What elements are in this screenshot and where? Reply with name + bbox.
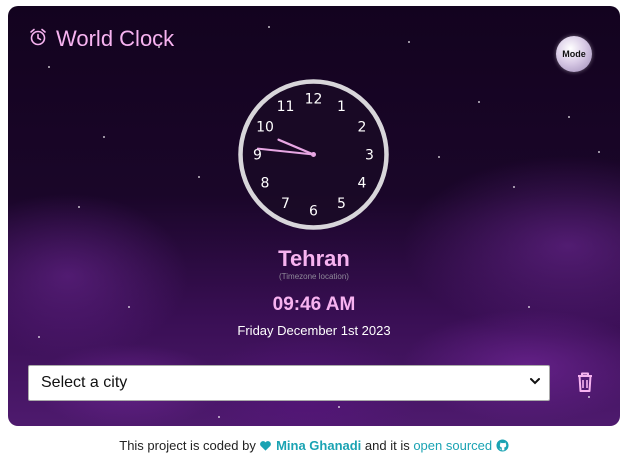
clock-center-pin <box>311 152 316 157</box>
timezone-label: (Timezone location) <box>279 272 349 281</box>
app-header: World Clock <box>28 26 174 52</box>
footer-prefix: This project is coded by <box>119 438 260 453</box>
city-name: Tehran <box>278 246 350 271</box>
world-clock-card: World Clock Mode 12 1 2 3 4 5 6 7 8 9 10 11 Tehran … <box>8 6 620 426</box>
clock-number: 1 <box>337 99 346 115</box>
heart-icon <box>259 438 276 453</box>
footer-credit: This project is coded by Mina Ghanadi an… <box>0 438 628 453</box>
footer-middle: and it is <box>361 438 414 453</box>
open-source-link[interactable]: open sourced <box>413 438 492 453</box>
digital-time: 09:46 AM <box>272 294 356 315</box>
clock-number: 11 <box>277 99 295 115</box>
mode-toggle-button[interactable]: Mode <box>556 36 592 72</box>
github-icon[interactable] <box>496 438 509 453</box>
city-select[interactable]: Select a city <box>28 365 550 401</box>
clock-number: 10 <box>256 120 274 136</box>
chevron-down-icon <box>529 374 541 392</box>
author-link[interactable]: Mina Ghanadi <box>276 438 361 453</box>
clock-number: 7 <box>281 196 290 212</box>
city-select-value: Select a city <box>41 374 128 391</box>
clock-number: 6 <box>309 204 318 220</box>
trash-icon[interactable] <box>574 369 596 395</box>
analog-clock: 12 1234567891011 <box>238 79 389 230</box>
clock-number: 5 <box>337 196 346 212</box>
clock-number: 8 <box>261 176 270 192</box>
date-text: Friday December 1st 2023 <box>237 323 391 338</box>
clock-number: 2 <box>358 120 367 136</box>
app-title: World Clock <box>56 26 175 51</box>
clock-number: 3 <box>365 148 374 164</box>
clock-number: 4 <box>358 176 367 192</box>
clock-number: 12 <box>305 92 323 108</box>
alarm-clock-icon <box>28 27 48 52</box>
